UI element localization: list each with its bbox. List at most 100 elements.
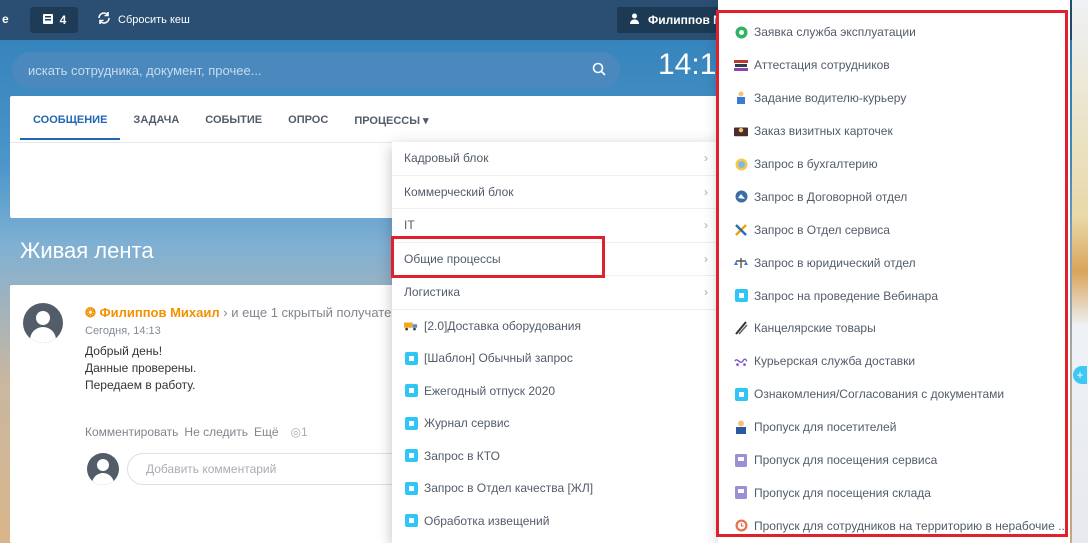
composer-tabs: СООБЩЕНИЕ ЗАДАЧА СОБЫТИЕ ОПРОС ПРОЦЕССЫ … bbox=[20, 114, 442, 140]
post-author-link[interactable]: Филиппов Михаил bbox=[100, 305, 220, 320]
submenu-item[interactable]: Канцелярские товары bbox=[734, 312, 1068, 345]
submenu-item[interactable]: Заказ визитных карточек bbox=[734, 115, 1068, 148]
books-icon bbox=[734, 58, 748, 72]
submenu-item[interactable]: Заявка служба эксплуатации bbox=[734, 16, 1068, 49]
post-header: ❂ Филиппов Михаил › и еще 1 скрытый полу… bbox=[85, 305, 391, 321]
search-input[interactable]: искать сотрудника, документ, прочее... bbox=[12, 52, 620, 88]
menu-item-template-request[interactable]: [Шаблон] Обычный запрос bbox=[392, 342, 718, 375]
submenu-item[interactable]: Запрос на проведение Вебинара bbox=[734, 279, 1068, 312]
notifications-button[interactable]: 4 bbox=[30, 7, 78, 33]
process-icon bbox=[734, 289, 748, 303]
process-icon bbox=[404, 449, 418, 463]
submenu-item[interactable]: Пропуск для посетителей bbox=[734, 411, 1068, 444]
submenu-item-label: Ознакомления/Согласования с документами bbox=[754, 387, 1005, 402]
more-link[interactable]: Ещё bbox=[254, 425, 279, 439]
clock: 14:1 bbox=[658, 48, 717, 81]
scales-icon bbox=[734, 256, 748, 270]
post-time[interactable]: Сегодня, 14:13 bbox=[85, 325, 161, 337]
menu-item-label: Журнал сервис bbox=[424, 416, 510, 431]
submenu-item-label: Запрос в Отдел сервиса bbox=[754, 222, 890, 237]
search-placeholder: искать сотрудника, документ, прочее... bbox=[28, 62, 262, 78]
contract-icon bbox=[734, 190, 748, 204]
menu-group-logistics[interactable]: Логистика › bbox=[392, 276, 718, 309]
submenu-item-label: Запрос в бухгалтерию bbox=[754, 157, 878, 171]
post-actions: Комментировать Не следить Ещё ◎1 bbox=[85, 425, 308, 439]
post-text: Добрый день! Данные проверены. Передаем … bbox=[85, 343, 196, 394]
menu-item-notices[interactable]: Обработка извещений bbox=[392, 505, 718, 538]
submenu-item[interactable]: Задание водителю-курьеру bbox=[734, 82, 1068, 115]
pass-icon bbox=[734, 453, 748, 467]
menu-item-label: Запрос в КТО bbox=[424, 448, 500, 463]
submenu-item-label: Пропуск для посещения сервиса bbox=[754, 453, 938, 468]
tab-task[interactable]: ЗАДАЧА bbox=[120, 114, 192, 140]
comment-link[interactable]: Комментировать bbox=[85, 425, 178, 439]
general-processes-submenu: Заявка служба эксплуатации Аттестация со… bbox=[718, 0, 1070, 543]
right-edge-panel bbox=[1072, 0, 1088, 543]
submenu-item-label: Пропуск для сотрудников на территорию в … bbox=[754, 518, 1069, 533]
menu-item-label: Ежегодный отпуск 2020 bbox=[424, 383, 556, 398]
menu-item-label: Обработка извещений bbox=[424, 513, 550, 528]
submenu-item[interactable]: Аттестация сотрудников bbox=[734, 49, 1068, 82]
delivery-icon bbox=[734, 354, 748, 368]
menu-group-label: Общие процессы bbox=[404, 251, 501, 266]
tab-message[interactable]: СООБЩЕНИЕ bbox=[20, 114, 121, 140]
menu-group-commercial[interactable]: Коммерческий блок › bbox=[392, 176, 718, 209]
menu-item-label: Запрос в Отдел качества [ЖЛ] bbox=[424, 481, 594, 496]
menu-item-service-log[interactable]: Журнал сервис bbox=[392, 407, 718, 440]
process-icon bbox=[404, 384, 418, 398]
pencil-icon bbox=[734, 321, 748, 336]
add-comment-input[interactable]: Добавить комментарий bbox=[127, 453, 417, 485]
user-menu-button[interactable]: Филиппов Ми bbox=[617, 7, 727, 33]
menu-group-it[interactable]: IT › bbox=[392, 209, 718, 242]
menu-group-hr[interactable]: Кадровый блок › bbox=[392, 142, 718, 175]
post-line: Данные проверены. bbox=[85, 361, 197, 375]
reset-cache-button[interactable]: Сбросить кеш bbox=[96, 10, 190, 29]
submenu-item-label: Пропуск для посетителей bbox=[754, 420, 897, 435]
refresh-icon bbox=[96, 10, 112, 29]
tools-icon bbox=[734, 223, 748, 237]
search-icon[interactable] bbox=[592, 62, 606, 79]
submenu-item[interactable]: Запрос в Договорной отдел bbox=[734, 180, 1068, 213]
submenu-item[interactable]: Запрос в юридический отдел bbox=[734, 246, 1068, 279]
submenu-item[interactable]: Пропуск для посещения склада bbox=[734, 476, 1068, 509]
unfollow-link[interactable]: Не следить bbox=[184, 425, 248, 439]
chevron-right-icon: › bbox=[704, 218, 708, 233]
post-recipients[interactable]: › и еще 1 скрытый получате bbox=[223, 305, 391, 320]
tab-poll[interactable]: ОПРОС bbox=[275, 114, 341, 140]
notification-icon bbox=[42, 13, 54, 28]
chevron-right-icon: › bbox=[704, 184, 708, 199]
submenu-item[interactable]: Курьерская служба доставки bbox=[734, 345, 1068, 378]
menu-item-kto-request[interactable]: Запрос в КТО bbox=[392, 440, 718, 473]
feed-title: Живая лента bbox=[20, 238, 154, 263]
author-avatar[interactable] bbox=[23, 303, 63, 343]
menu-group-label: Кадровый блок bbox=[404, 151, 489, 166]
notifications-count: 4 bbox=[59, 13, 67, 27]
menu-item-quality-request[interactable]: Запрос в Отдел качества [ЖЛ] bbox=[392, 472, 718, 505]
submenu-item[interactable]: Запрос в бухгалтерию bbox=[734, 148, 1068, 181]
business-card-icon bbox=[734, 124, 748, 138]
submenu-item[interactable]: Пропуск для сотрудников на территорию в … bbox=[734, 509, 1068, 542]
process-icon bbox=[734, 387, 748, 401]
menu-item-equipment-delivery[interactable]: [2.0]Доставка оборудования bbox=[392, 310, 718, 343]
chevron-right-icon: › bbox=[704, 285, 708, 300]
user-icon bbox=[629, 13, 640, 27]
tab-event[interactable]: СОБЫТИЕ bbox=[192, 114, 275, 140]
submenu-item-label: Аттестация сотрудников bbox=[754, 58, 890, 73]
menu-group-label: IT bbox=[404, 218, 415, 233]
submenu-item-label: Заявка служба эксплуатации bbox=[754, 25, 916, 40]
tab-processes[interactable]: ПРОЦЕССЫ ▾ bbox=[341, 114, 441, 140]
menu-item-annual-leave[interactable]: Ежегодный отпуск 2020 bbox=[392, 375, 718, 408]
submenu-item-label: Заказ визитных карточек bbox=[754, 124, 893, 139]
submenu-item-label: Запрос на проведение Вебинара bbox=[754, 288, 939, 303]
submenu-item[interactable]: Ознакомления/Согласования с документами bbox=[734, 378, 1068, 411]
menu-group-general[interactable]: Общие процессы › bbox=[392, 243, 718, 276]
views-count: ◎1 bbox=[290, 425, 308, 439]
process-icon bbox=[404, 481, 418, 495]
post-line: Добрый день! bbox=[85, 344, 163, 358]
submenu-item[interactable]: Пропуск для посещения сервиса bbox=[734, 444, 1068, 477]
submenu-item-label: Задание водителю-курьеру bbox=[754, 91, 907, 106]
submenu-item[interactable]: Запрос в Отдел сервиса bbox=[734, 213, 1068, 246]
process-icon bbox=[404, 514, 418, 528]
add-button[interactable]: + bbox=[1073, 366, 1087, 384]
submenu-item-label: Курьерская служба доставки bbox=[754, 354, 916, 369]
